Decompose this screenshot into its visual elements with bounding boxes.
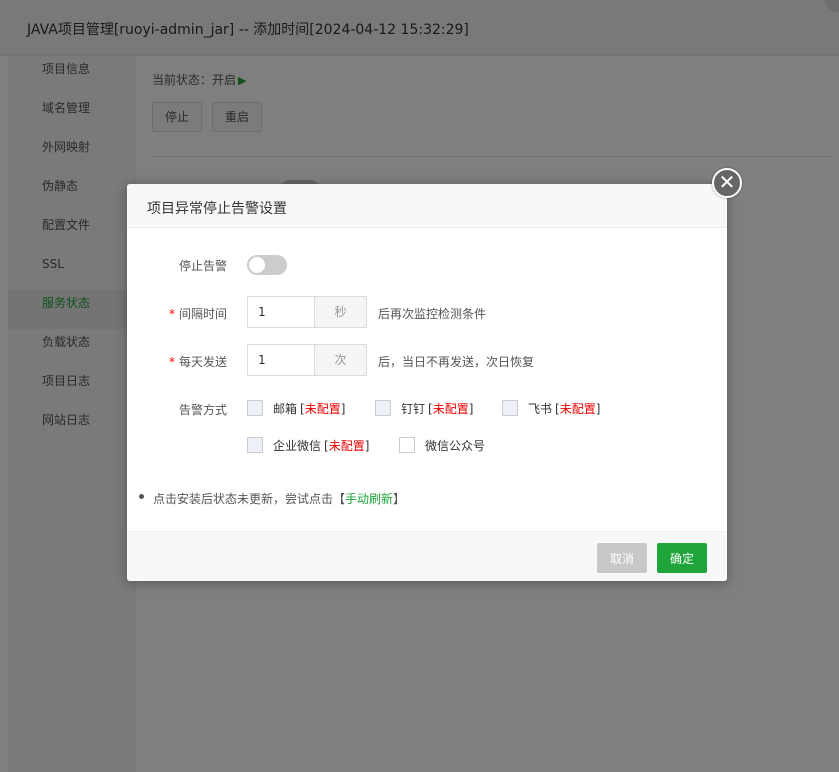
not-configured-badge: 未配置 <box>328 438 365 453</box>
not-configured-badge: 未配置 <box>432 401 469 416</box>
daily-input-group: 次 <box>247 344 367 376</box>
stop-alert-label: 停止告警 <box>178 259 227 273</box>
method-wecom[interactable]: 企业微信 [未配置] <box>247 436 369 454</box>
interval-input[interactable] <box>247 296 314 328</box>
confirm-button[interactable]: 确定 <box>657 543 707 573</box>
interval-label: * 间隔时间 <box>168 307 227 321</box>
dialog-title: 项目异常停止告警设置 <box>147 201 287 217</box>
daily-hint: 后，当日不再发送，次日恢复 <box>378 355 535 369</box>
interval-unit: 秒 <box>314 296 367 328</box>
manual-refresh-link[interactable]: 手动刷新 <box>345 492 393 506</box>
checkbox[interactable] <box>247 437 263 453</box>
daily-unit: 次 <box>314 344 367 376</box>
checkbox[interactable] <box>502 400 518 416</box>
method-wechat-official[interactable]: 微信公众号 <box>399 436 485 454</box>
method-email[interactable]: 邮箱 [未配置] <box>247 399 345 417</box>
interval-input-group: 秒 <box>247 296 367 328</box>
checkbox[interactable] <box>399 437 415 453</box>
dialog-header: 项目异常停止告警设置 <box>127 184 727 228</box>
interval-hint: 后再次监控检测条件 <box>378 307 487 321</box>
close-icon[interactable]: ✕ <box>712 168 742 198</box>
checkbox[interactable] <box>375 400 391 416</box>
toggle-knob <box>249 257 265 273</box>
not-configured-badge: 未配置 <box>304 401 341 416</box>
daily-label: * 每天发送 <box>168 355 227 369</box>
method-feishu[interactable]: 飞书 [未配置] <box>502 399 600 417</box>
not-configured-badge: 未配置 <box>559 401 596 416</box>
alert-method-label: 告警方式 <box>178 403 227 417</box>
bullet <box>139 494 144 499</box>
dialog-footer: 取消 确定 <box>127 531 727 581</box>
stop-alert-toggle[interactable] <box>247 255 287 275</box>
cancel-button[interactable]: 取消 <box>597 543 647 573</box>
refresh-note: 点击安装后状态未更新，尝试点击【手动刷新】 <box>139 490 405 507</box>
method-dingtalk[interactable]: 钉钉 [未配置] <box>375 399 473 417</box>
alert-settings-dialog: 项目异常停止告警设置 停止告警 *间隔时间 秒 后再次监控检测条件 *每天发送 … <box>127 184 727 581</box>
checkbox[interactable] <box>247 400 263 416</box>
daily-input[interactable] <box>247 344 314 376</box>
